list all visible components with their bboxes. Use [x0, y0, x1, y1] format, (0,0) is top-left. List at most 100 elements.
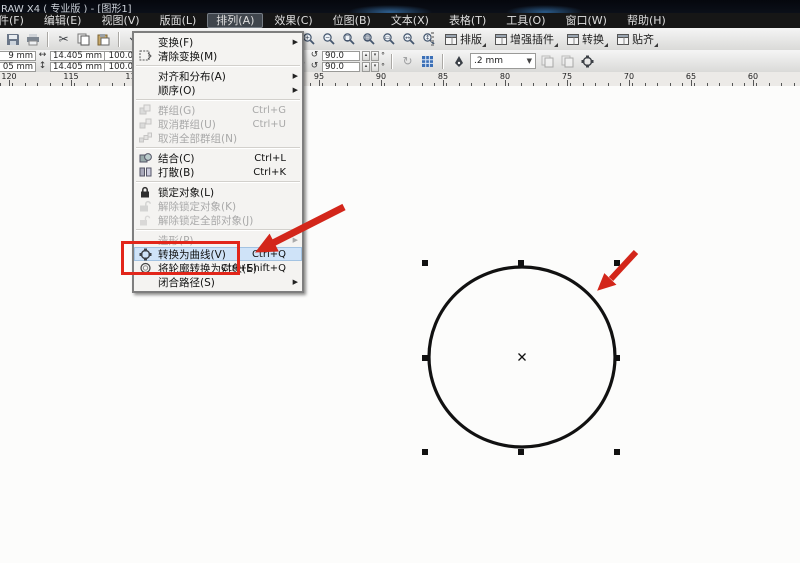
selection-handle[interactable] [518, 449, 524, 455]
menu-item[interactable]: 位图(B) [324, 13, 380, 28]
menu-item-label: 取消群组(U) [158, 117, 216, 132]
horizontal-ruler[interactable]: 1201151109590858075706560 [0, 72, 800, 87]
cut-icon[interactable]: ✂ [55, 31, 72, 48]
spinner-up[interactable]: ▴ [362, 51, 370, 61]
toolbar-separator [118, 32, 120, 47]
height-icon: ↕ [37, 62, 48, 71]
docker-button-label: 增强插件 [510, 31, 554, 47]
selection-handle[interactable] [422, 260, 428, 266]
menu-item-结合(C)[interactable]: 结合(C) Ctrl+L [134, 151, 302, 165]
object-position-group: 9 mm 05 mm [0, 50, 36, 72]
spinner-down[interactable]: ▾ [371, 62, 379, 72]
wrap-text-icon[interactable] [419, 53, 436, 70]
submenu-arrow-icon: ▶ [293, 278, 298, 286]
menu-item[interactable]: 帮助(H) [618, 13, 675, 28]
position-y-field[interactable]: 05 mm [0, 62, 36, 72]
outline-width-value: .2 mm [474, 56, 503, 66]
outline-width-select[interactable]: .2 mm ▼ [470, 53, 536, 69]
menu-item[interactable]: 文本(X) [382, 13, 438, 28]
clear-transform-icon [138, 50, 152, 62]
title-bar: RAW X4 ( 专业版 ) - [图形1] [0, 0, 800, 13]
docker-button-排版[interactable]: 排版 [440, 30, 487, 48]
selection-handle[interactable] [614, 260, 620, 266]
angle-bottom-field[interactable]: 90.0 [322, 62, 360, 72]
docker-button-贴齐[interactable]: 贴齐 [612, 30, 659, 48]
to-front-icon [539, 53, 556, 70]
menu-item-shortcut: Ctrl+L [254, 153, 286, 164]
zoom-selected-icon[interactable]: □ [340, 31, 357, 48]
annotation-red-box [121, 241, 240, 275]
menu-item-取消全部群组(N): 取消全部群组(N) [134, 131, 302, 145]
selection-handle[interactable] [518, 260, 524, 266]
docker-button-label: 转换 [582, 31, 604, 47]
svg-text:□: □ [344, 35, 350, 42]
menu-item-打散(B)[interactable]: 打散(B)Ctrl+K [134, 165, 302, 179]
docker-button-转换[interactable]: 转换 [562, 30, 609, 48]
menu-item[interactable]: 版面(L) [151, 13, 206, 28]
zoom-out-icon[interactable]: − [320, 31, 337, 48]
selection-handle[interactable] [422, 449, 428, 455]
menu-item[interactable]: 窗口(W) [557, 13, 616, 28]
menu-separator [136, 99, 300, 101]
menu-item-label: 变换(F) [158, 35, 193, 50]
selection-handle[interactable] [614, 449, 620, 455]
object-width-field[interactable]: 14.405 mm [50, 51, 106, 61]
selection-handle[interactable] [614, 355, 620, 361]
svg-text:▤: ▤ [364, 35, 370, 42]
menu-item-label: 闭合路径(S) [158, 275, 215, 290]
dropdown-corner-icon [654, 43, 658, 47]
docker-button-增强插件[interactable]: 增强插件 [490, 30, 559, 48]
docker-button-label: 排版 [460, 31, 482, 47]
zoom-page-icon[interactable]: ▭ [380, 31, 397, 48]
menu-item-label: 解除锁定全部对象(J) [158, 213, 253, 228]
menu-item-解除锁定对象(K): 解除锁定对象(K) [134, 199, 302, 213]
svg-text:+: + [304, 35, 309, 42]
coreldraw-window: RAW X4 ( 专业版 ) - [图形1] 文件(F)编辑(E)视图(V)版面… [0, 0, 800, 563]
zoom-all-icon[interactable]: ▤ [360, 31, 377, 48]
menu-item[interactable]: 工具(O) [497, 13, 554, 28]
docker-button-group: 排版 增强插件 转换贴齐 [428, 28, 659, 50]
zoom-width-icon[interactable]: ↔ [400, 31, 417, 48]
convert-to-curves-toolbar-icon[interactable] [579, 53, 596, 70]
submenu-arrow-icon: ▶ [293, 72, 298, 80]
save-icon[interactable] [4, 31, 21, 48]
menu-arrange-active[interactable]: 排列(A) [207, 13, 263, 28]
rotate-angle-icon: ↺ [309, 62, 320, 71]
menu-item-shortcut: Ctrl+K [253, 167, 286, 178]
copy-icon[interactable] [75, 31, 92, 48]
menu-item-label: 清除变换(M) [158, 49, 217, 64]
dropdown-corner-icon [604, 43, 608, 47]
menu-item-顺序(O)[interactable]: 顺序(O)▶ [134, 83, 302, 97]
menu-item-shortcut: Ctrl+Q [252, 249, 286, 260]
menu-item[interactable]: 表格(T) [440, 13, 495, 28]
svg-text:−: − [324, 35, 329, 42]
menu-item-label: 取消全部群组(N) [158, 131, 237, 146]
rotate-angle-icon: ↺ [309, 51, 320, 60]
menu-item-label: 锁定对象(L) [158, 185, 214, 200]
drawing-canvas[interactable] [0, 86, 800, 563]
spinner-down[interactable]: ▾ [371, 51, 379, 61]
angle-top-field[interactable]: 90.0 [322, 51, 360, 61]
object-height-field[interactable]: 14.405 mm [50, 62, 106, 72]
position-x-field[interactable]: 9 mm [0, 51, 36, 61]
submenu-arrow-icon: ▶ [293, 38, 298, 46]
dropdown-corner-icon [554, 43, 558, 47]
paste-icon[interactable] [95, 31, 112, 48]
dropdown-corner-icon [482, 43, 486, 47]
menu-item[interactable]: 效果(C) [265, 13, 321, 28]
menu-item-变换(F)[interactable]: 变换(F) ▶ [134, 35, 302, 49]
selection-handle[interactable] [422, 355, 428, 361]
menu-item-清除变换(M)[interactable]: 清除变换(M) [134, 49, 302, 63]
menu-item[interactable]: 视图(V) [92, 13, 148, 28]
spinner-up[interactable]: ▴ [362, 62, 370, 72]
unlock-icon [138, 200, 152, 212]
menu-item[interactable]: 文件(F) [0, 13, 33, 28]
menu-item-对齐和分布(A)[interactable]: 对齐和分布(A)▶ [134, 69, 302, 83]
menu-item-闭合路径(S)[interactable]: 闭合路径(S) ▶ [134, 275, 302, 289]
menu-item-label: 结合(C) [158, 151, 195, 166]
menu-item[interactable]: 编辑(E) [35, 13, 91, 28]
toolbar-drag-handle[interactable] [431, 32, 434, 46]
submenu-arrow-icon: ▶ [293, 236, 298, 244]
menu-item-锁定对象(L)[interactable]: 锁定对象(L) [134, 185, 302, 199]
print-icon[interactable] [24, 31, 41, 48]
